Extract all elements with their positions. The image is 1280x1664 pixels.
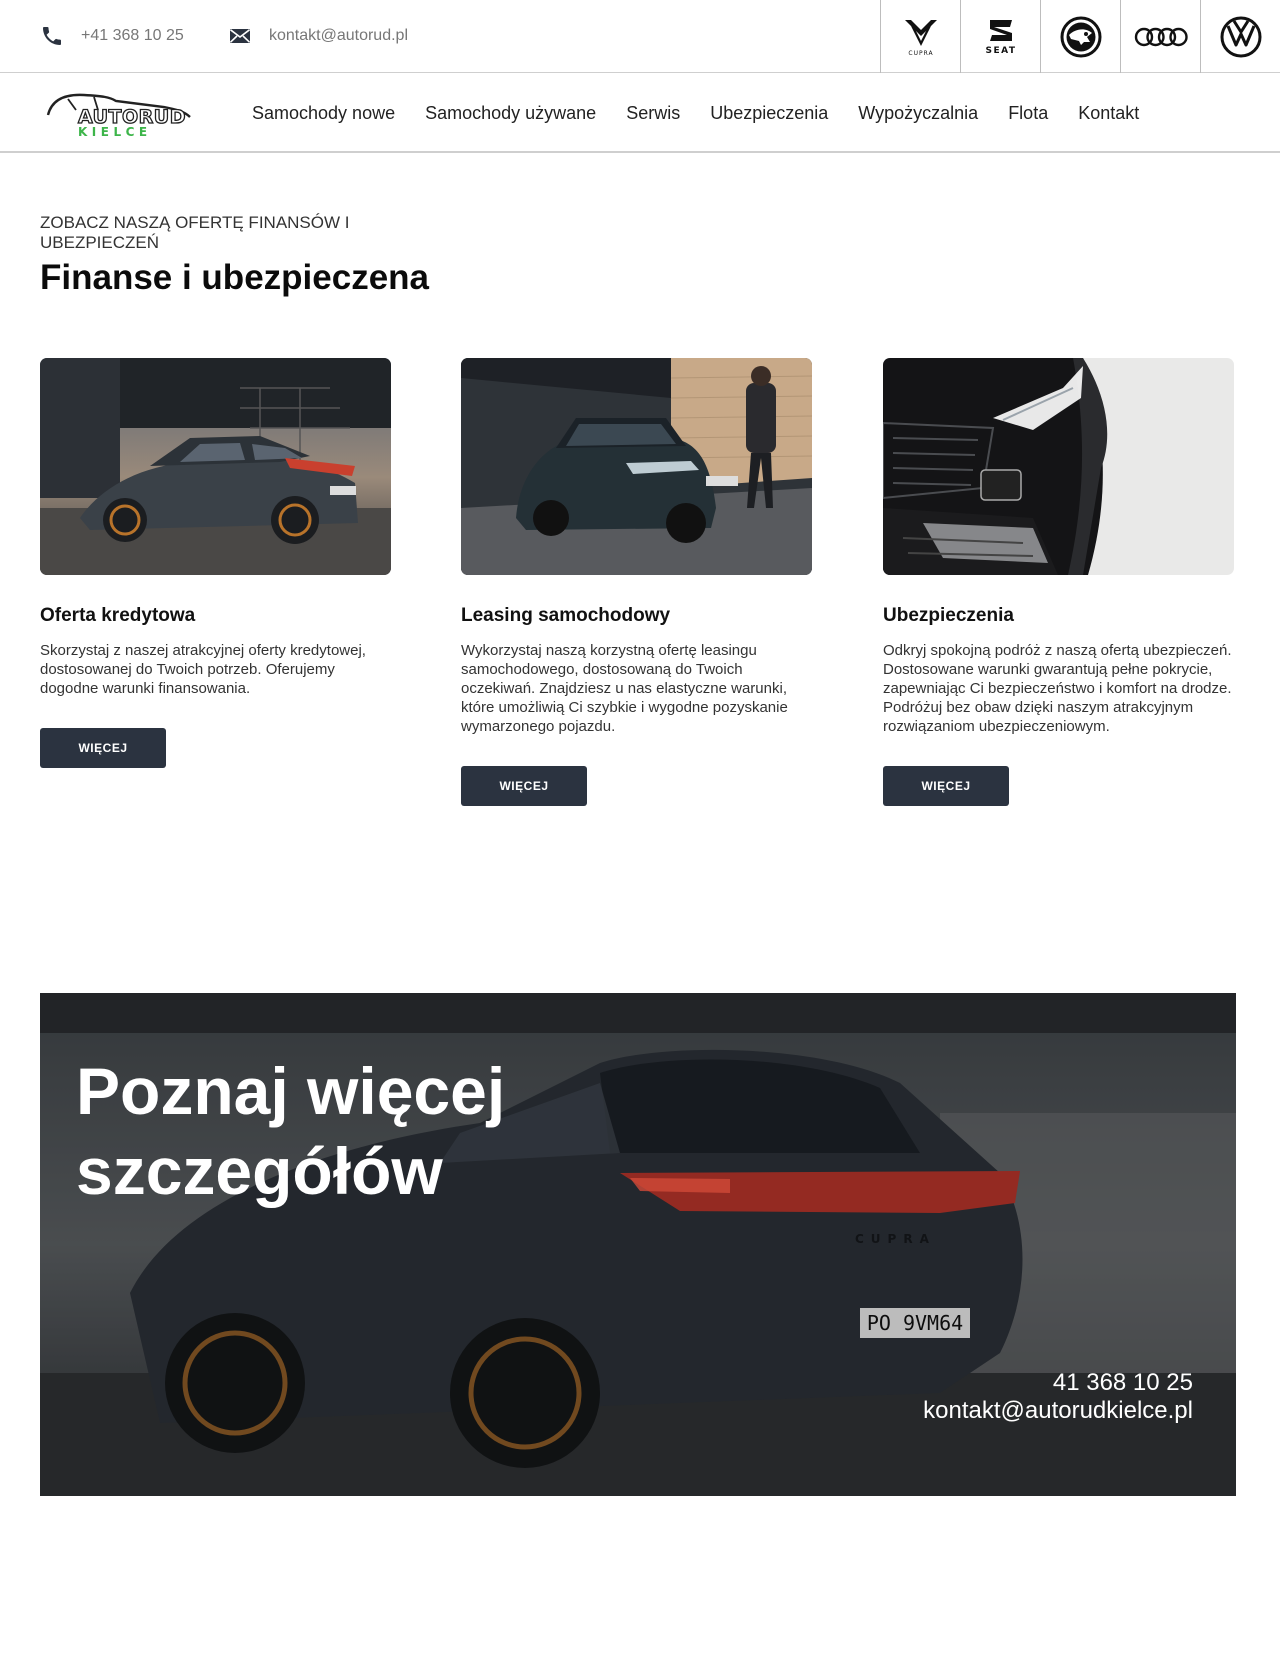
brand-cupra[interactable]: CUPRA xyxy=(880,0,960,73)
section-eyebrow: ZOBACZ NASZĄ OFERTĘ FINANSÓW I UBEZPIECZ… xyxy=(40,213,350,252)
card-image-leasing xyxy=(461,358,812,575)
nav-serwis[interactable]: Serwis xyxy=(626,103,680,124)
page-title: Finanse i ubezpieczena xyxy=(40,258,429,297)
card-text: Wykorzystaj naszą korzystną ofertę leasi… xyxy=(461,642,788,735)
nav-wypozyczalnia[interactable]: Wypożyczalnia xyxy=(858,103,978,124)
brand-audi[interactable] xyxy=(1120,0,1200,73)
more-button[interactable]: WIĘCEJ xyxy=(883,766,1009,806)
email-link[interactable]: kontakt@autorud.pl xyxy=(228,24,408,48)
hero-title: Poznaj więcej szczegółów xyxy=(76,1054,506,1208)
hero-phone[interactable]: 41 368 10 25 xyxy=(923,1369,1193,1397)
brand-skoda[interactable] xyxy=(1040,0,1120,73)
main-navbar: AUTORUD KIELCE Samochody nowe Samochody … xyxy=(0,73,1280,153)
email-text: kontakt@autorud.pl xyxy=(269,27,408,44)
brand-logos: CUPRA SEAT xyxy=(880,0,1280,73)
autorud-logo[interactable]: AUTORUD KIELCE xyxy=(44,87,204,139)
card-oferta-kredytowa: Oferta kredytowa Skorzystaj z naszej atr… xyxy=(40,358,391,768)
phone-link[interactable]: +41 368 10 25 xyxy=(40,24,184,48)
contact-hero-banner: PO 9VM64 CUPRA Poznaj więcej szczegółów … xyxy=(40,993,1236,1496)
phone-text: +41 368 10 25 xyxy=(81,27,184,44)
svg-text:KIELCE: KIELCE xyxy=(78,125,152,139)
card-image-credit xyxy=(40,358,391,575)
top-bar: +41 368 10 25 kontakt@autorud.pl CUPRA S… xyxy=(0,0,1280,73)
hero-email[interactable]: kontakt@autorudkielce.pl xyxy=(923,1397,1193,1425)
card-title: Leasing samochodowy xyxy=(461,605,671,626)
more-button[interactable]: WIĘCEJ xyxy=(40,728,166,768)
svg-text:SEAT: SEAT xyxy=(985,46,1016,56)
seat-icon: SEAT xyxy=(985,19,1016,56)
card-image-insurance xyxy=(883,358,1234,575)
card-text: Odkryj spokojną podróż z naszą ofertą ub… xyxy=(883,642,1232,735)
more-button[interactable]: WIĘCEJ xyxy=(461,766,587,806)
mail-icon xyxy=(228,24,252,48)
nav-ubezpieczenia[interactable]: Ubezpieczenia xyxy=(710,103,828,124)
card-leasing-samochodowy: Leasing samochodowy Wykorzystaj naszą ko… xyxy=(461,358,812,806)
nav-links: Samochody nowe Samochody używane Serwis … xyxy=(252,73,1169,153)
card-ubezpieczenia: Ubezpieczenia Odkryj spokojną podróż z n… xyxy=(883,358,1234,806)
card-text: Skorzystaj z naszej atrakcyjnej oferty k… xyxy=(40,642,366,697)
brand-volkswagen[interactable] xyxy=(1200,0,1280,73)
nav-samochody-uzywane[interactable]: Samochody używane xyxy=(425,103,596,124)
audi-icon xyxy=(1134,27,1188,46)
card-title: Ubezpieczenia xyxy=(883,605,1014,626)
hero-contact: 41 368 10 25 kontakt@autorudkielce.pl xyxy=(923,1369,1193,1425)
nav-flota[interactable]: Flota xyxy=(1008,103,1048,124)
card-title: Oferta kredytowa xyxy=(40,605,196,626)
cupra-icon: CUPRA xyxy=(904,19,937,57)
phone-icon xyxy=(40,24,64,48)
svg-text:CUPRA: CUPRA xyxy=(908,50,933,57)
volkswagen-icon xyxy=(1220,16,1261,57)
nav-kontakt[interactable]: Kontakt xyxy=(1078,103,1139,124)
nav-samochody-nowe[interactable]: Samochody nowe xyxy=(252,103,395,124)
brand-seat[interactable]: SEAT xyxy=(960,0,1040,73)
skoda-icon xyxy=(1060,16,1101,57)
